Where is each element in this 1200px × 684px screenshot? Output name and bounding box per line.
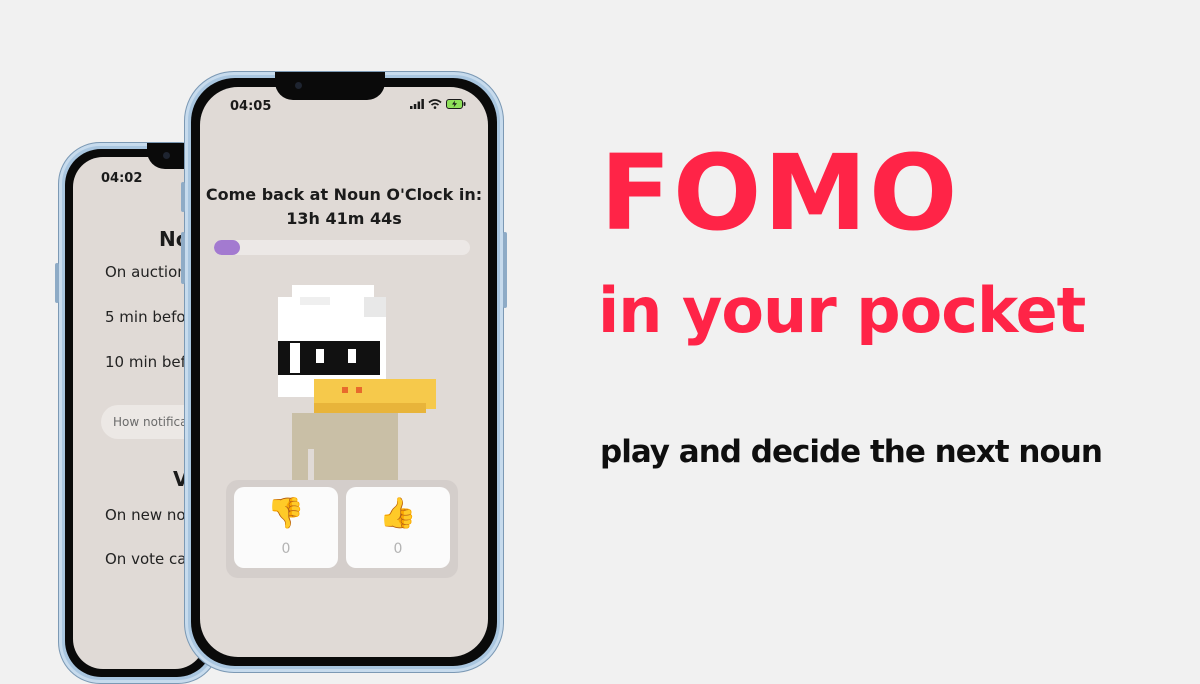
status-icons [410, 99, 466, 109]
headline-in-your-pocket: in your pocket [598, 274, 1086, 347]
countdown-progress-bar [214, 240, 470, 255]
vote-up-button[interactable]: 👍 0 [346, 487, 450, 568]
camera-icon [295, 82, 302, 89]
progress-fill [214, 240, 240, 255]
vote-up-count: 0 [393, 541, 403, 557]
countdown-timer: 13h 41m 44s [286, 209, 402, 228]
noun-character-image [278, 285, 436, 485]
front-phone-notch [275, 72, 385, 100]
power-button [503, 232, 507, 308]
vote-down-count: 0 [281, 541, 291, 557]
volume-button [181, 232, 185, 284]
thumbs-down-icon: 👎 [267, 496, 305, 531]
wifi-icon [428, 99, 442, 109]
front-phone: 04:05 Come back at Noun O'Clock in: 13h … [181, 71, 507, 673]
headline-fomo: FOMO [600, 132, 960, 254]
camera-icon [163, 152, 170, 159]
vote-panel: 👎 0 👍 0 [226, 480, 458, 578]
tagline: play and decide the next noun [600, 434, 1103, 470]
thumbs-up-icon: 👍 [379, 496, 417, 531]
status-time: 04:02 [101, 171, 143, 186]
countdown-label: Come back at Noun O'Clock in: [205, 185, 483, 204]
signal-icon [410, 99, 424, 109]
status-time: 04:05 [230, 99, 272, 114]
front-phone-screen: 04:05 Come back at Noun O'Clock in: 13h … [200, 87, 488, 657]
volume-button [55, 263, 59, 303]
silent-switch [181, 182, 185, 212]
battery-icon [446, 99, 466, 109]
vote-down-button[interactable]: 👎 0 [234, 487, 338, 568]
